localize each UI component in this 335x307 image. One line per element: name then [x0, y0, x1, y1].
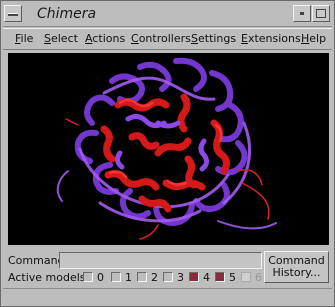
model-2-checkbox[interactable]: 2	[137, 271, 158, 284]
command-history-label-line2: History...	[272, 266, 321, 279]
model-5-checkbox[interactable]: 5	[215, 271, 236, 284]
maximize-icon	[316, 9, 326, 18]
menu-bar: File Select Actions Controllers Settings…	[3, 28, 332, 50]
checkbox-icon	[163, 272, 173, 282]
window-title: Chimera	[37, 6, 97, 22]
maximize-button[interactable]	[312, 5, 330, 22]
graphics-viewport[interactable]	[8, 53, 329, 245]
menu-extensions[interactable]: Extensions	[241, 32, 301, 45]
title-bar: Chimera	[3, 3, 332, 27]
model-0-checkbox[interactable]: 0	[83, 271, 104, 284]
menu-file[interactable]: File	[15, 32, 33, 45]
status-bar	[3, 288, 332, 305]
minimize-button[interactable]	[293, 5, 311, 22]
protein-ribbon-structure	[56, 57, 277, 240]
command-history-button[interactable]: Command History...	[264, 251, 329, 283]
model-1-checkbox[interactable]: 1	[111, 271, 132, 284]
model-3-checkbox[interactable]: 3	[163, 271, 184, 284]
menu-controllers[interactable]: Controllers	[131, 32, 191, 45]
minimize-icon	[300, 12, 304, 15]
command-input[interactable]	[59, 252, 262, 269]
active-models-label: Active models:	[8, 271, 90, 284]
menu-help[interactable]: Help	[301, 32, 326, 45]
chimera-window: Chimera File Select Actions Controllers …	[0, 0, 335, 307]
window-menu-button[interactable]	[4, 5, 22, 22]
menu-select[interactable]: Select	[44, 32, 78, 45]
checkbox-icon	[111, 272, 121, 282]
checkbox-icon	[83, 272, 93, 282]
checkbox-icon	[189, 272, 199, 282]
menu-actions[interactable]: Actions	[85, 32, 125, 45]
menu-settings[interactable]: Settings	[191, 32, 236, 45]
checkbox-icon	[241, 272, 251, 282]
checkbox-icon	[215, 272, 225, 282]
model-4-checkbox[interactable]: 4	[189, 271, 210, 284]
window-menu-icon	[8, 13, 18, 16]
model-6-checkbox: 6	[241, 271, 262, 284]
checkbox-icon	[137, 272, 147, 282]
